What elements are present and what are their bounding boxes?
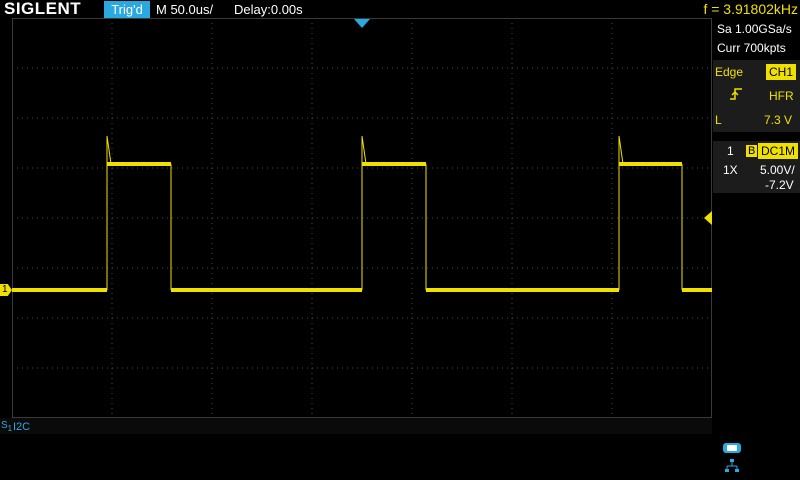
trigger-status-badge[interactable]: Trig'd [104, 1, 150, 18]
trigger-level-label: L [715, 113, 722, 127]
bus-slot-label: S1 [1, 420, 13, 433]
bus-strip [0, 418, 712, 434]
waveform-grid[interactable] [12, 18, 712, 418]
trigger-level-marker[interactable] [704, 211, 712, 225]
channel1-panel[interactable]: 1 B DC1M 1X 5.00V/ -7.2V [713, 141, 800, 193]
probe-attenuation: 1X [723, 163, 738, 177]
volts-per-division: 5.00V/ [760, 163, 795, 177]
channel1-offset-marker[interactable]: 1 [0, 284, 12, 296]
bus-protocol-label: I2C [13, 421, 31, 433]
delay-readout[interactable]: Delay:0.00s [234, 1, 303, 18]
channel1-number: 1 [727, 144, 734, 158]
ch1-trace [12, 135, 712, 292]
timebase-readout[interactable]: M 50.0us/ [156, 1, 213, 18]
trigger-panel[interactable]: Edge CH1 HFR L 7.3 V [713, 60, 800, 132]
trigger-source-badge: CH1 [766, 64, 797, 80]
trigger-coupling: HFR [769, 89, 794, 103]
usb-icon [723, 443, 741, 453]
bandwidth-limit-badge: B [746, 145, 758, 157]
rising-edge-icon [729, 87, 743, 106]
frequency-readout: f = 3.91802kHz [703, 1, 798, 17]
brand-logo: SIGLENT [4, 0, 82, 18]
channel1-offset: -7.2V [765, 178, 794, 192]
trigger-position-marker[interactable] [354, 19, 370, 28]
sample-rate: Sa 1.00GSa/s [717, 22, 792, 36]
memory-depth: Curr 700kpts [717, 41, 786, 55]
trigger-type: Edge [715, 65, 744, 79]
channel1-coupling-badge: DC1M [758, 143, 799, 159]
network-icon [724, 458, 740, 478]
trigger-level-value: 7.3 V [764, 113, 793, 127]
top-status-bar: SIGLENT Trig'd M 50.0us/ Delay:0.00s f =… [0, 0, 800, 19]
